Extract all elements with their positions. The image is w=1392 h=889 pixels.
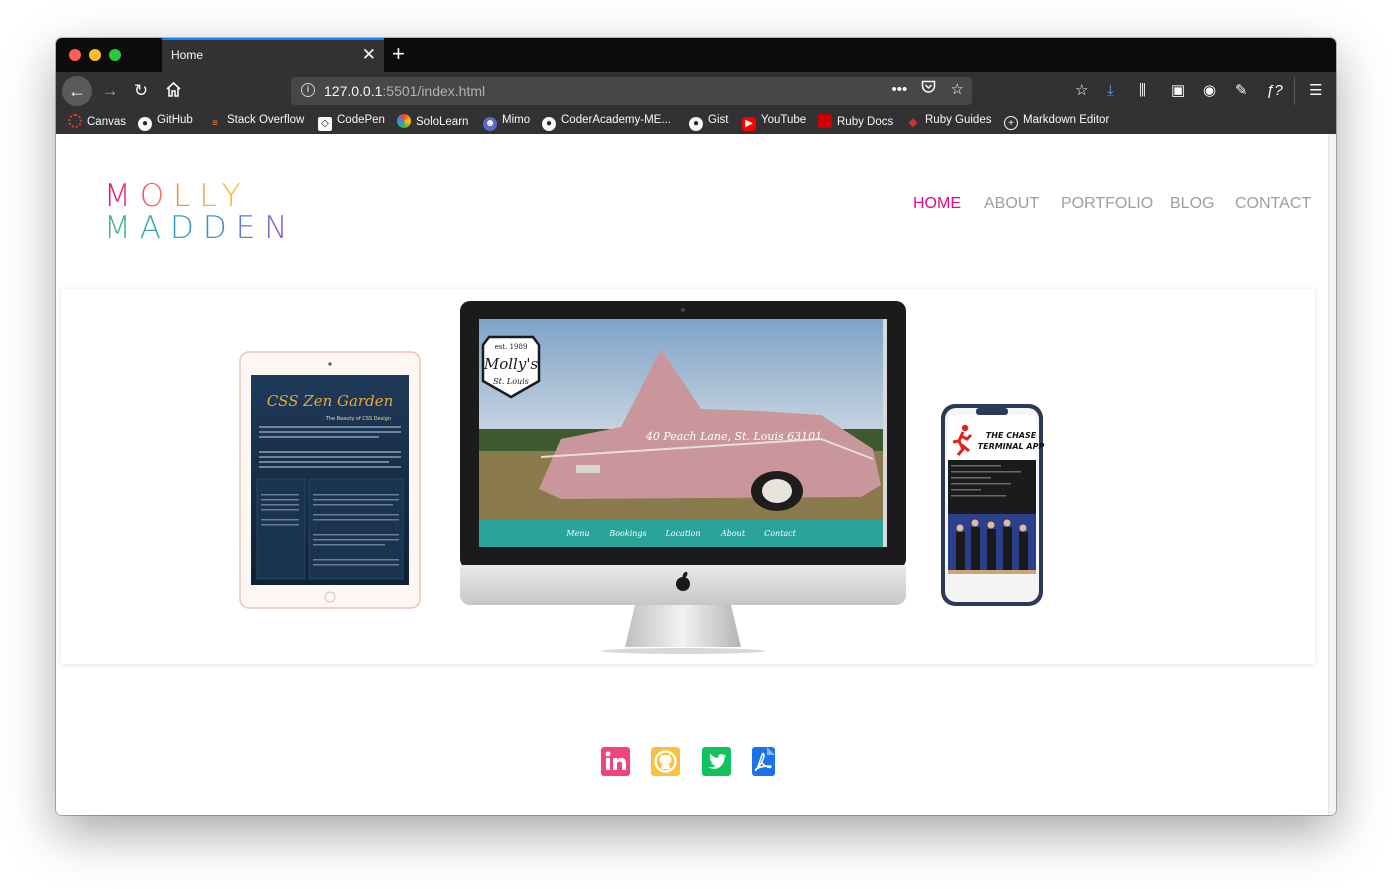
page-scrollbar[interactable]	[1328, 134, 1336, 815]
bookmark-ruby-docs[interactable]: Ruby Docs	[818, 114, 893, 128]
close-window-button[interactable]	[69, 49, 81, 61]
site-address: 40 Peach Lane, St. Louis 63101	[645, 430, 822, 443]
pdf-resume-icon[interactable]	[752, 747, 775, 776]
bookmark-stack-overflow[interactable]: ≡ Stack Overflow	[208, 114, 304, 131]
eyedropper-icon[interactable]: ✎	[1235, 81, 1248, 101]
site-menu-location: Location	[664, 529, 700, 538]
tab-home[interactable]: Home ✕	[162, 38, 384, 72]
stack-overflow-icon: ≡	[212, 118, 218, 129]
web-page: MOLLY MADDEN HOME ABOUT PORTFOLIO BLOG C…	[56, 134, 1336, 815]
forward-arrow-icon[interactable]: →	[99, 81, 121, 101]
download-icon[interactable]: ⤓	[1107, 81, 1114, 101]
pocket-icon[interactable]	[921, 80, 936, 98]
badge-city: St. Louis	[493, 377, 529, 386]
nav-toolbar: ← → ↻ i 127.0.0.1:5501/index.html ••• ☆ …	[56, 72, 1336, 110]
site-menu-about: About	[720, 529, 746, 538]
bookmark-canvas[interactable]: Canvas	[68, 114, 126, 128]
desktop-mockup: est. 1989 Molly's St. Louis 40 Peach Lan…	[460, 301, 906, 654]
globe-icon: +	[1004, 116, 1018, 130]
github-icon[interactable]	[651, 747, 680, 776]
sidebar-icon[interactable]: ▣	[1171, 81, 1185, 101]
ruby-icon: ◆	[908, 115, 918, 129]
site-menu-menu: Menu	[565, 529, 589, 538]
bookmark-star-icon[interactable]: ☆	[951, 80, 964, 98]
bookmark-markdown-editor[interactable]: + Markdown Editor	[1004, 114, 1109, 130]
url-bar[interactable]: i 127.0.0.1:5501/index.html ••• ☆	[291, 77, 972, 105]
ruby-docs-icon	[818, 114, 832, 128]
device-mockups: CSS Zen Garden The Beauty of CSS Design	[239, 301, 1044, 654]
back-arrow-icon[interactable]: ←	[62, 76, 92, 106]
library-icon[interactable]: ⫼	[1139, 81, 1146, 101]
hamburger-menu-icon[interactable]: ☰	[1309, 81, 1322, 101]
bookmark-coderacademy[interactable]: ● CoderAcademy-ME...	[542, 114, 671, 131]
bookmark-gist[interactable]: ● Gist	[689, 114, 728, 131]
zen-title: CSS Zen Garden	[267, 392, 394, 410]
svg-text:MADDEN: MADDEN	[104, 210, 296, 246]
canvas-icon	[68, 114, 82, 128]
site-info-icon[interactable]: i	[301, 83, 315, 97]
phone-mockup: THE CHASE TERMINAL APP	[941, 404, 1044, 606]
phone-title-line2: TERMINAL APP	[978, 442, 1045, 451]
site-menu-contact: Contact	[764, 529, 797, 538]
new-tab-button[interactable]: +	[392, 41, 405, 67]
github-icon: ●	[542, 117, 556, 131]
tab-strip: Home ✕ +	[56, 38, 1336, 72]
maximize-window-button[interactable]	[109, 49, 121, 61]
bookmark-youtube[interactable]: ▶ YouTube	[742, 114, 806, 131]
site-menu-bookings: Bookings	[608, 529, 646, 538]
sololearn-icon	[397, 114, 411, 128]
bookmark-sololearn[interactable]: SoloLearn	[397, 114, 468, 128]
home-icon[interactable]	[162, 81, 184, 103]
bookmark-ruby-guides[interactable]: ◆ Ruby Guides	[906, 114, 991, 129]
tab-close-icon[interactable]: ✕	[362, 45, 376, 65]
toolbar-separator	[1294, 77, 1295, 105]
linkedin-icon[interactable]	[601, 747, 630, 776]
svg-text:MOLLY: MOLLY	[104, 178, 250, 214]
nav-blog[interactable]: BLOG	[1170, 195, 1214, 213]
portfolio-hero: CSS Zen Garden The Beauty of CSS Design	[61, 289, 1315, 664]
reload-icon[interactable]: ↻	[130, 81, 152, 101]
github-icon: ●	[138, 117, 152, 131]
phone-title-line1: THE CHASE	[986, 431, 1037, 440]
nav-contact[interactable]: CONTACT	[1235, 195, 1311, 213]
mimo-icon: ☻	[483, 117, 497, 131]
browser-window: Home ✕ + ← → ↻ i 127.0.0.1:5501/index.ht…	[56, 38, 1336, 815]
twitter-icon[interactable]	[702, 747, 731, 776]
nav-portfolio[interactable]: PORTFOLIO	[1061, 195, 1153, 213]
account-icon[interactable]: ◉	[1203, 81, 1216, 101]
youtube-icon: ▶	[742, 117, 756, 131]
minimize-window-button[interactable]	[89, 49, 101, 61]
nav-about[interactable]: ABOUT	[984, 195, 1039, 213]
bookmark-mimo[interactable]: ☻ Mimo	[483, 114, 530, 131]
tab-title: Home	[171, 48, 204, 62]
bookmarks-toolbar-icon[interactable]: ☆	[1075, 81, 1088, 101]
bookmark-codepen[interactable]: ◇ CodePen	[318, 114, 385, 131]
zen-subtitle: The Beauty of CSS Design	[325, 416, 391, 422]
font-finder-icon[interactable]: ƒ?	[1266, 81, 1283, 101]
bookmarks-bar: Canvas ● GitHub ≡ Stack Overflow ◇ CodePen …	[56, 110, 1336, 134]
url-text: 127.0.0.1:5501/index.html	[324, 83, 486, 99]
codepen-icon: ◇	[318, 117, 332, 131]
badge-est: est. 1989	[495, 343, 528, 351]
badge-name: Molly's	[483, 355, 539, 373]
tablet-mockup: CSS Zen Garden The Beauty of CSS Design	[239, 351, 421, 609]
page-actions-icon[interactable]: •••	[891, 81, 907, 98]
github-icon: ●	[689, 117, 703, 131]
nav-home[interactable]: HOME	[913, 195, 961, 213]
bookmark-github[interactable]: ● GitHub	[138, 114, 193, 131]
